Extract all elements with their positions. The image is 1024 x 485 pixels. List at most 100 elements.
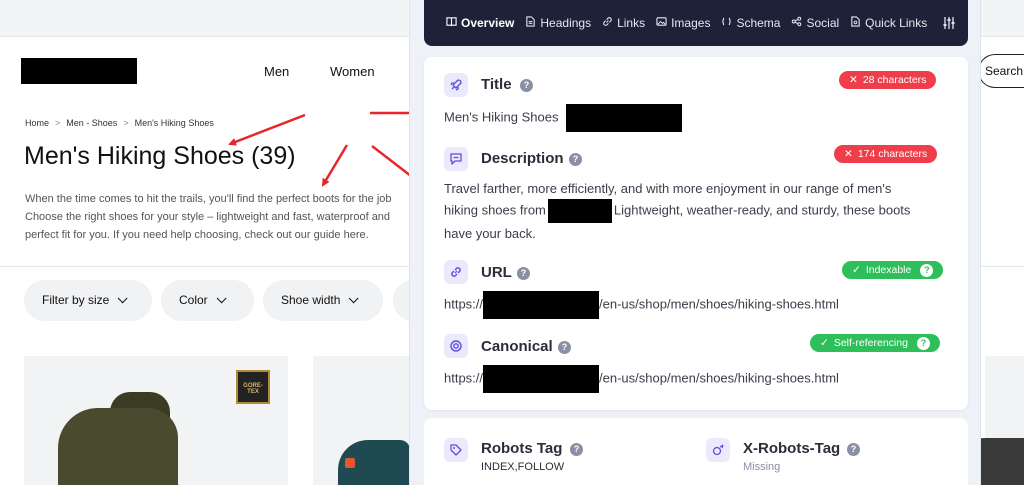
url-path: /en-us/shop/men/shoes/hiking-shoes.html xyxy=(599,296,839,312)
url-label: URL xyxy=(481,264,512,281)
title-length-badge: ✕ 28 characters xyxy=(839,71,937,89)
breadcrumb: Home > Men - Shoes > Men's Hiking Shoes xyxy=(25,118,214,128)
filter-label: Shoe width xyxy=(281,293,341,307)
url-value[interactable]: https:// /en-us/shop/men/shoes/hiking-sho… xyxy=(444,291,839,319)
help-icon[interactable]: ? xyxy=(569,153,582,166)
x-robots-tag-label: X-Robots-Tag xyxy=(743,440,841,457)
quick-links-icon xyxy=(850,16,861,30)
help-icon[interactable]: ? xyxy=(517,267,530,280)
check-icon: ✓ xyxy=(852,264,861,276)
tab-label: Links xyxy=(617,16,646,30)
description-line: hiking shoes from Lightweight, weather-re… xyxy=(444,199,910,223)
page-title: Men's Hiking Shoes (39) xyxy=(24,142,296,170)
description-label: Description xyxy=(481,150,564,167)
boot-image xyxy=(58,408,178,485)
description-line: Travel farther, more efficiently, and wi… xyxy=(444,181,892,196)
gore-tex-badge: GORE-TEX xyxy=(236,370,270,404)
redaction-box xyxy=(566,104,683,132)
tab-social[interactable]: Social xyxy=(791,16,839,30)
tab-overview[interactable]: Overview xyxy=(446,16,514,30)
canonical-label: Canonical xyxy=(481,338,553,355)
chevron-down-icon xyxy=(118,293,128,304)
description-line: Choose the right shoes for your style – … xyxy=(25,211,391,223)
filter-label: Filter by size xyxy=(42,293,110,307)
canonical-value[interactable]: https:// /en-us/shop/men/shoes/hiking-sho… xyxy=(444,365,839,393)
indexable-badge: ✓ Indexable ? xyxy=(842,261,944,279)
redaction-box xyxy=(483,365,600,393)
overview-card: Title ? ✕ 28 characters Men's Hiking Sho… xyxy=(424,57,968,410)
book-icon xyxy=(446,16,457,30)
self-referencing-badge: ✓ Self-referencing ? xyxy=(810,334,940,352)
help-icon[interactable]: ? xyxy=(558,341,571,354)
help-icon[interactable]: ? xyxy=(920,263,934,277)
robots-tag-value: INDEX,FOLLOW xyxy=(481,461,565,473)
breadcrumb-men-shoes[interactable]: Men - Shoes xyxy=(66,118,117,128)
url-prefix: https:// xyxy=(444,370,484,386)
settings-sliders-icon[interactable] xyxy=(942,16,956,30)
nav-men[interactable]: Men xyxy=(264,64,289,79)
description-line: have your back. xyxy=(444,226,536,241)
filter-width-button[interactable]: Shoe width xyxy=(263,280,383,321)
description-fragment: Lightweight, weather-ready, and sturdy, … xyxy=(613,202,911,218)
schema-icon xyxy=(721,16,732,30)
tab-label: Headings xyxy=(540,16,592,30)
x-icon: ✕ xyxy=(844,148,853,160)
breadcrumb-current: Men's Hiking Shoes xyxy=(134,118,214,128)
url-path: /en-us/shop/men/shoes/hiking-shoes.html xyxy=(599,370,839,386)
x-robots-tag-value: Missing xyxy=(743,461,781,473)
tab-label: Images xyxy=(671,16,711,30)
breadcrumb-separator: > xyxy=(55,118,61,128)
description-length-badge: ✕ 174 characters xyxy=(834,145,938,163)
link-icon xyxy=(444,260,468,284)
chevron-down-icon xyxy=(216,293,227,304)
tab-schema[interactable]: Schema xyxy=(721,16,780,30)
link-icon xyxy=(602,16,613,30)
title-label: Title xyxy=(481,76,512,93)
tab-bar: Overview Headings Links Images Schema So… xyxy=(424,0,968,46)
arrow xyxy=(321,144,349,187)
message-icon xyxy=(444,147,468,171)
tab-label: Quick Links xyxy=(865,16,928,30)
tab-images[interactable]: Images xyxy=(656,16,710,30)
site-logo-redacted[interactable] xyxy=(21,58,137,84)
help-icon[interactable]: ? xyxy=(570,443,583,456)
page: Men Women Search Home > Men - Shoes > Me… xyxy=(0,0,1024,485)
filter-label: Color xyxy=(179,293,208,307)
filter-color-button[interactable]: Color xyxy=(161,280,254,321)
tab-headings[interactable]: Headings xyxy=(525,16,591,30)
url-prefix: https:// xyxy=(444,296,484,312)
x-icon: ✕ xyxy=(849,74,858,86)
tab-label: Schema xyxy=(736,16,781,30)
title-text: Men's Hiking Shoes xyxy=(444,109,559,125)
robot-icon xyxy=(706,438,730,462)
badge-text: Indexable xyxy=(865,264,912,276)
filter-size-button[interactable]: Filter by size xyxy=(24,280,152,321)
tab-quick-links[interactable]: Quick Links xyxy=(850,16,927,30)
help-icon[interactable]: ? xyxy=(520,79,533,92)
document-icon xyxy=(525,16,536,30)
search-button[interactable]: Search xyxy=(978,54,1024,88)
help-icon[interactable]: ? xyxy=(847,443,860,456)
description-line: When the time comes to hit the trails, y… xyxy=(25,193,392,205)
redaction-box xyxy=(483,291,600,319)
share-icon xyxy=(791,16,802,30)
badge-text: 28 characters xyxy=(862,74,927,86)
help-icon[interactable]: ? xyxy=(916,336,930,350)
boot-lace xyxy=(345,458,355,468)
breadcrumb-home[interactable]: Home xyxy=(25,118,49,128)
tag-icon xyxy=(444,438,468,462)
target-icon xyxy=(444,334,468,358)
category-description: When the time comes to hit the trails, y… xyxy=(25,190,425,244)
image-icon xyxy=(656,16,667,30)
robots-card: Robots Tag ? INDEX,FOLLOW X-Robots-Tag ?… xyxy=(424,418,968,485)
arrow xyxy=(228,113,306,146)
description-line: perfect fit for you. If you need help ch… xyxy=(25,229,369,241)
nav-women[interactable]: Women xyxy=(330,64,375,79)
title-value: Men's Hiking Shoes xyxy=(444,104,683,132)
tab-links[interactable]: Links xyxy=(602,16,645,30)
chevron-down-icon xyxy=(349,293,359,304)
robots-tag-label: Robots Tag xyxy=(481,440,563,457)
description-value: Travel farther, more efficiently, and wi… xyxy=(444,178,910,244)
check-icon: ✓ xyxy=(820,337,829,349)
seo-extension-panel: Overview Headings Links Images Schema So… xyxy=(409,0,981,485)
